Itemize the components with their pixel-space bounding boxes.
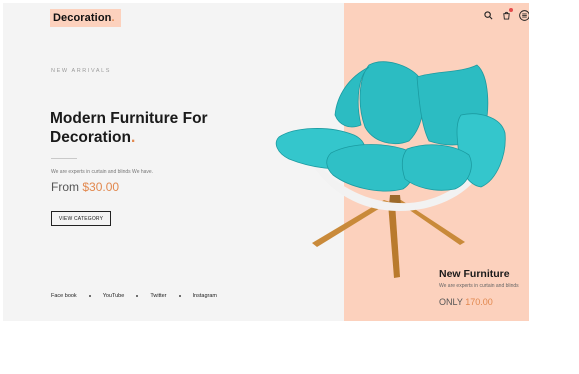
feature-price-label: ONLY <box>439 297 466 307</box>
logo-text: Decoration <box>53 12 112 24</box>
social-link-twitter[interactable]: Twitter <box>150 293 166 299</box>
cart-icon[interactable] <box>500 8 513 21</box>
hero-page: Decoration. NEW ARRIVALS Modern Furnitur… <box>3 3 529 321</box>
social-link-facebook[interactable]: Face book <box>51 293 77 299</box>
hero-price: From $30.00 <box>51 180 119 194</box>
social-link-instagram[interactable]: Instagram <box>193 293 217 299</box>
feature-card-title: New Furniture <box>439 268 510 280</box>
social-separator <box>88 295 91 297</box>
view-category-button[interactable]: VIEW CATEGORY <box>51 211 111 226</box>
feature-card-description: We are experts in curtain and blinds <box>439 283 519 289</box>
price-value: $30.00 <box>82 180 120 194</box>
feature-card-price: ONLY 170.00 <box>439 297 493 307</box>
chair-seat <box>326 144 472 192</box>
headline-line-2: Decoration. <box>50 128 250 147</box>
logo-dot: . <box>111 12 115 24</box>
social-links: Face book YouTube Twitter Instagram <box>51 293 217 299</box>
divider <box>51 158 77 159</box>
hero-headline: Modern Furniture For Decoration. <box>50 109 250 147</box>
price-label: From <box>51 180 83 194</box>
social-separator <box>178 295 181 297</box>
browser-frame: Decoration. NEW ARRIVALS Modern Furnitur… <box>0 0 579 374</box>
chair-image <box>275 61 506 278</box>
search-icon[interactable] <box>482 9 494 21</box>
headline-line-1: Modern Furniture For <box>50 110 208 127</box>
eyebrow-text: NEW ARRIVALS <box>51 68 112 74</box>
feature-price-value: 170.00 <box>465 297 493 307</box>
headline-dot: . <box>130 129 136 146</box>
social-separator <box>136 295 139 297</box>
header-icons <box>482 8 529 21</box>
headline-word: Decoration <box>50 129 131 146</box>
menu-icon[interactable] <box>518 9 529 21</box>
cart-badge <box>509 8 513 12</box>
logo[interactable]: Decoration. <box>50 9 121 27</box>
hero-description: We are experts in curtain and blinds We … <box>51 169 154 175</box>
social-link-youtube[interactable]: YouTube <box>103 293 125 299</box>
